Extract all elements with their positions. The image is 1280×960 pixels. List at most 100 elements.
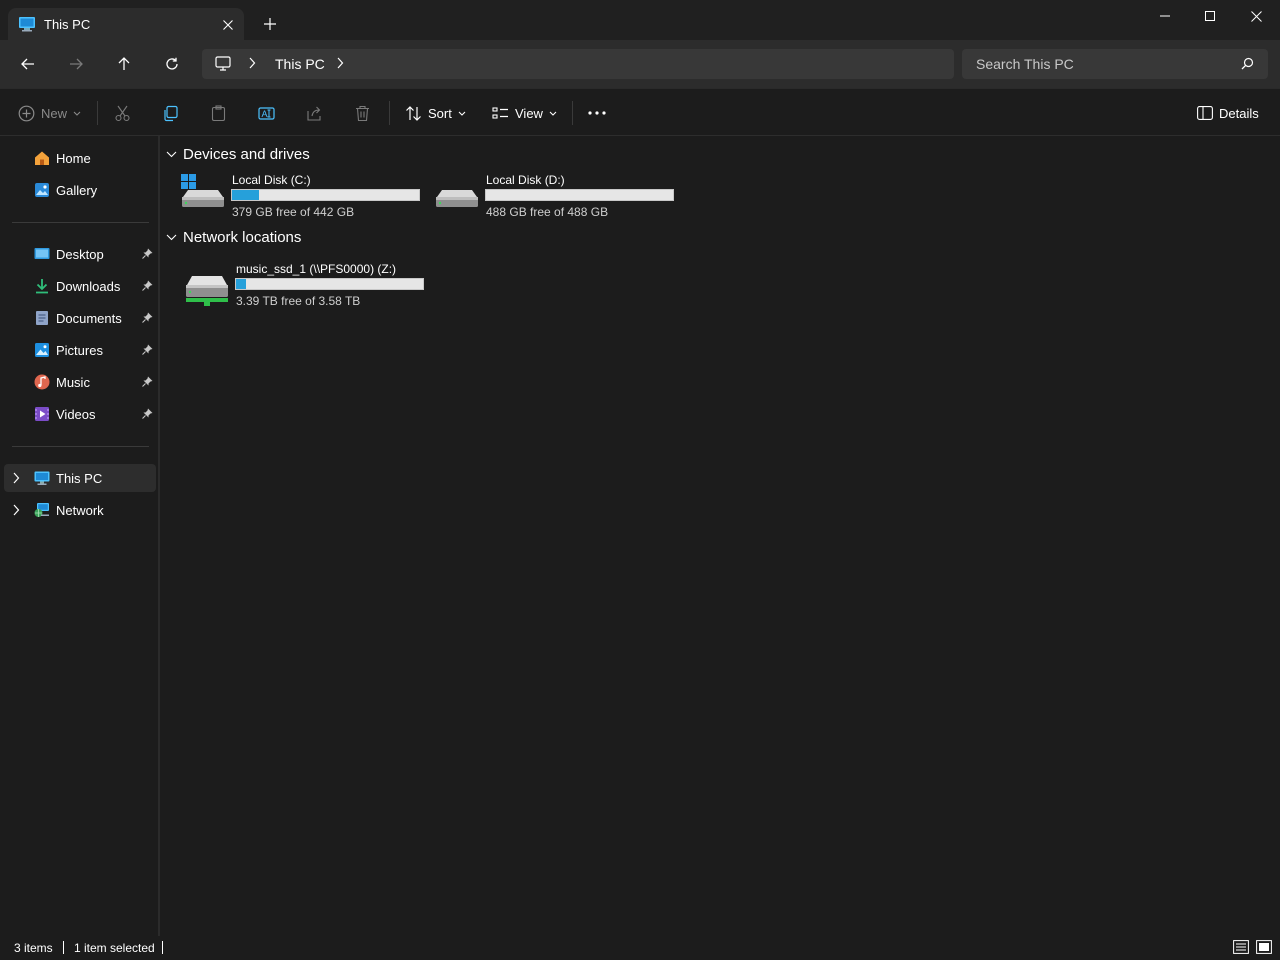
copy-icon	[164, 105, 178, 121]
sort-icon	[406, 105, 421, 121]
large-icons-view-button[interactable]	[1256, 939, 1274, 957]
command-separator	[389, 101, 390, 125]
nav-item-label: Pictures	[56, 343, 103, 358]
minimize-button[interactable]	[1142, 0, 1188, 32]
pin-icon[interactable]	[142, 280, 153, 291]
nav-item-label: This PC	[56, 471, 103, 486]
pin-icon[interactable]	[142, 408, 153, 419]
back-button[interactable]	[14, 50, 42, 78]
status-bar: 3 items 1 item selected	[0, 936, 1280, 960]
nav-item-documents[interactable]: Documents	[4, 304, 156, 332]
breadcrumb-this-pc[interactable]: This PC	[275, 56, 325, 72]
paste-button[interactable]	[210, 99, 227, 127]
nav-item-gallery[interactable]: Gallery	[4, 176, 156, 204]
documents-icon	[34, 310, 50, 326]
nav-item-label: Home	[56, 151, 91, 166]
content-pane: Devices and drives Local Disk (C:) 379 G…	[162, 136, 1280, 936]
chevron-down-icon	[166, 151, 177, 157]
tab-title: This PC	[44, 17, 91, 32]
drive-free-space: 488 GB free of 488 GB	[486, 205, 609, 219]
search-input[interactable]: Search This PC	[962, 49, 1268, 79]
usage-bar-fill	[236, 279, 246, 289]
maximize-button[interactable]	[1187, 0, 1233, 32]
delete-icon	[356, 105, 369, 121]
refresh-icon	[166, 57, 178, 70]
nav-item-network[interactable]: Network	[4, 496, 156, 524]
nav-item-label: Network	[56, 503, 104, 518]
rename-button[interactable]: A	[258, 99, 275, 127]
new-button[interactable]: New	[18, 99, 81, 127]
details-view-button[interactable]	[1233, 939, 1251, 957]
sort-button[interactable]: Sort	[405, 99, 466, 127]
details-button[interactable]: Details	[1197, 99, 1259, 127]
usage-bar	[235, 278, 424, 290]
tab-this-pc[interactable]: This PC	[8, 8, 244, 40]
search-icon[interactable]	[1241, 57, 1254, 70]
view-icon	[492, 106, 508, 119]
breadcrumb-chevron-icon[interactable]	[336, 57, 344, 69]
address-bar[interactable]: This PC	[202, 49, 954, 79]
nav-item-home[interactable]: Home	[4, 144, 156, 172]
maximize-icon	[1205, 11, 1215, 21]
new-tab-button[interactable]	[258, 12, 282, 36]
share-icon	[307, 106, 321, 121]
address-row: This PC Search This PC	[0, 40, 1280, 88]
search-placeholder: Search This PC	[976, 56, 1074, 72]
breadcrumb-chevron-icon[interactable]	[248, 57, 256, 69]
close-window-button[interactable]	[1233, 0, 1279, 32]
pin-icon[interactable]	[142, 248, 153, 259]
downloads-icon	[34, 278, 50, 294]
drive-c[interactable]: Local Disk (C:) 379 GB free of 442 GB	[180, 172, 430, 220]
nav-item-desktop[interactable]: Desktop	[4, 240, 156, 268]
chevron-down-icon	[73, 111, 81, 116]
drive-name: music_ssd_1 (\\PFS0000) (Z:)	[236, 262, 397, 276]
up-button[interactable]	[110, 50, 138, 78]
nav-item-this-pc[interactable]: This PC	[4, 464, 156, 492]
drive-free-space: 3.39 TB free of 3.58 TB	[236, 294, 361, 308]
forward-button[interactable]	[62, 50, 90, 78]
cut-icon	[115, 105, 130, 121]
copy-button[interactable]	[162, 99, 179, 127]
nav-item-music[interactable]: Music	[4, 368, 156, 396]
pin-icon[interactable]	[142, 376, 153, 387]
nav-item-downloads[interactable]: Downloads	[4, 272, 156, 300]
status-separator	[63, 941, 64, 954]
cut-button[interactable]	[114, 99, 131, 127]
selection-count: 1 item selected	[74, 941, 155, 955]
title-bar: This PC	[0, 0, 1280, 40]
drive-d[interactable]: Local Disk (D:) 488 GB free of 488 GB	[434, 172, 684, 220]
chevron-down-icon	[458, 111, 466, 116]
usage-bar	[231, 189, 420, 201]
delete-button[interactable]	[354, 99, 371, 127]
close-icon	[1250, 10, 1262, 22]
pin-icon[interactable]	[142, 312, 153, 323]
nav-item-videos[interactable]: Videos	[4, 400, 156, 428]
details-label: Details	[1219, 105, 1259, 121]
usage-bar	[485, 189, 674, 201]
nav-divider	[12, 222, 149, 223]
chevron-right-icon[interactable]	[12, 472, 20, 484]
close-tab-button[interactable]	[218, 15, 238, 35]
refresh-button[interactable]	[158, 50, 186, 78]
details-view-icon	[1233, 940, 1249, 954]
group-header-network[interactable]: Network locations	[166, 226, 301, 248]
navigation-pane: Home Gallery Desktop Downloads Documents	[0, 136, 160, 936]
command-separator	[97, 101, 98, 125]
drive-z[interactable]: music_ssd_1 (\\PFS0000) (Z:) 3.39 TB fre…	[184, 261, 434, 309]
nav-item-pictures[interactable]: Pictures	[4, 336, 156, 364]
pin-icon[interactable]	[142, 344, 153, 355]
group-header-devices[interactable]: Devices and drives	[166, 143, 310, 165]
nav-item-label: Music	[56, 375, 90, 390]
drive-free-space: 379 GB free of 442 GB	[232, 205, 355, 219]
system-drive-icon	[180, 172, 226, 210]
add-circle-icon	[18, 105, 35, 121]
share-button[interactable]	[306, 99, 323, 127]
group-title: Devices and drives	[183, 145, 310, 163]
more-options-button[interactable]	[588, 99, 606, 127]
home-icon	[34, 150, 50, 166]
view-button[interactable]: View	[492, 99, 557, 127]
chevron-down-icon	[549, 111, 557, 116]
usage-bar-fill	[232, 190, 259, 200]
chevron-right-icon[interactable]	[12, 504, 20, 516]
monitor-outline-icon[interactable]	[215, 56, 231, 71]
